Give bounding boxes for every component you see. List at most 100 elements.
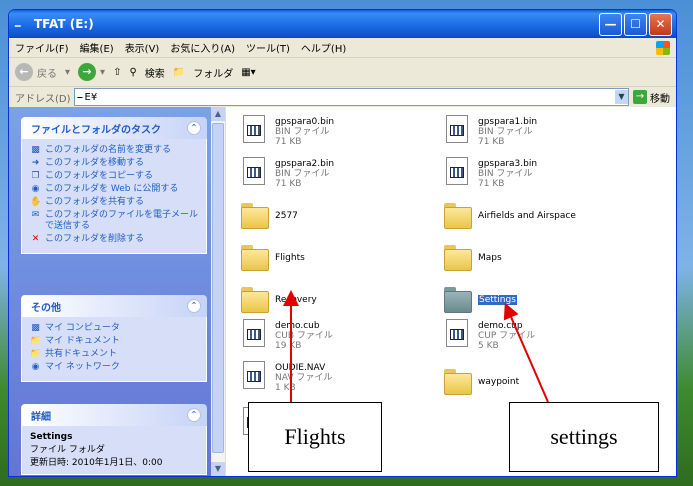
menu-tools[interactable]: ツール(T) [246, 40, 290, 55]
task-move[interactable]: ➜ このフォルダを移動する [30, 158, 200, 169]
forward-arrow-icon[interactable]: → [78, 63, 97, 81]
vertical-scrollbar[interactable]: ▲ ▼ [211, 107, 226, 476]
maximize-button[interactable]: ☐ [624, 12, 647, 36]
place-label: マイ ネットワーク [45, 362, 120, 372]
task-publish-web[interactable]: ◉ このフォルダを Web に公開する [30, 184, 200, 195]
detail-name: Settings [30, 432, 73, 442]
panel-header[interactable]: 詳細 ⌃ [21, 404, 207, 426]
task-label: このフォルダをコピーする [45, 171, 154, 181]
address-label: アドレス(D) [15, 93, 71, 105]
callout-flights: Flights [248, 402, 382, 472]
menu-edit[interactable]: 編集(E) [80, 40, 114, 55]
go-button[interactable]: → 移動 [633, 90, 670, 105]
file-item[interactable]: gpspara2.bin BIN ファイル 71 KB [241, 157, 334, 191]
folder-icon [241, 245, 269, 271]
file-type: CUP ファイル [478, 331, 536, 341]
task-delete[interactable]: ✕ このフォルダを削除する [30, 234, 200, 245]
file-item[interactable]: gpspara0.bin BIN ファイル 71 KB [241, 115, 334, 149]
place-my-network[interactable]: ◉ マイ ネットワーク [30, 362, 200, 373]
folder-name: Flights [275, 253, 305, 263]
toolbar: ← 戻る ▾ → ▾ ⇧ ⚲ 検索 📁 フォルダ ▦▾ [9, 58, 676, 87]
file-item[interactable]: OUDIE.NAV NAV ファイル 1 KB [241, 361, 332, 395]
back-arrow-icon[interactable]: ← [15, 63, 33, 81]
menu-view[interactable]: 表示(V) [125, 40, 160, 55]
collapse-chevron-icon[interactable]: ⌃ [187, 121, 201, 135]
task-label: このフォルダを共有する [45, 197, 145, 207]
menu-favorites[interactable]: お気に入り(A) [170, 40, 235, 55]
panel-title: 詳細 [31, 411, 51, 423]
nav-file-icon [241, 361, 269, 395]
other-places-panel: その他 ⌃ ▩ マイ コンピュータ 📁 マイ ドキュメント 📁 共有ドキュメント ◉ マ… [21, 295, 207, 382]
folder-item[interactable]: Maps [444, 245, 502, 271]
up-folder-icon[interactable]: ⇧ [113, 67, 121, 78]
scroll-down-icon[interactable]: ▼ [211, 462, 225, 476]
task-label: このフォルダを移動する [45, 158, 145, 168]
drive-small-icon: ⎯ [77, 91, 83, 103]
panel-header[interactable]: ファイルとフォルダのタスク ⌃ [21, 117, 207, 139]
task-rename[interactable]: ▩ このフォルダの名前を変更する [30, 145, 200, 156]
file-size: 71 KB [478, 137, 505, 147]
file-item[interactable]: demo.cup CUP ファイル 5 KB [444, 319, 535, 353]
go-label: 移動 [650, 93, 670, 105]
forward-dropdown-icon[interactable]: ▾ [100, 67, 105, 78]
folder-name: Airfields and Airspace [478, 211, 576, 221]
address-input[interactable]: ⎯ E¥ ▼ [73, 88, 629, 106]
scroll-thumb[interactable] [212, 123, 224, 453]
title-bar[interactable]: ⎯ TFAT (E:) — ☐ ✕ [9, 10, 676, 38]
task-email[interactable]: ✉ このフォルダのファイルを電子メールで送信する [30, 210, 200, 232]
file-size: 71 KB [478, 179, 505, 189]
folder-item-flights[interactable]: Flights [241, 245, 305, 271]
rename-icon: ▩ [31, 145, 40, 155]
folder-icon [444, 287, 472, 313]
file-item[interactable]: gpspara3.bin BIN ファイル 71 KB [444, 157, 537, 191]
back-dropdown-icon[interactable]: ▾ [65, 67, 70, 78]
folder-item[interactable]: waypoint [444, 369, 519, 395]
folder-icon [241, 287, 269, 313]
folder-item-settings-selected[interactable]: Settings [444, 287, 517, 313]
collapse-chevron-icon[interactable]: ⌃ [187, 299, 201, 313]
file-name: gpspara1.bin [478, 117, 538, 127]
menu-file[interactable]: ファイル(F) [15, 40, 69, 55]
folders-button[interactable]: フォルダ [193, 65, 233, 80]
computer-icon: ▩ [31, 323, 40, 333]
folder-item[interactable]: Airfields and Airspace [444, 203, 576, 229]
views-icon[interactable]: ▦▾ [241, 67, 255, 78]
bin-file-icon [444, 115, 472, 149]
folder-item[interactable]: 2577 [241, 203, 298, 229]
close-button[interactable]: ✕ [649, 12, 672, 36]
file-type: BIN ファイル [478, 169, 533, 179]
file-item[interactable]: gpspara1.bin BIN ファイル 71 KB [444, 115, 537, 149]
search-button[interactable]: 検索 [145, 65, 165, 80]
search-icon[interactable]: ⚲ [129, 67, 136, 78]
callout-text: Flights [284, 424, 346, 449]
place-my-computer[interactable]: ▩ マイ コンピュータ [30, 323, 200, 334]
file-type: BIN ファイル [478, 127, 533, 137]
windows-logo-icon [656, 40, 670, 55]
folder-icon [444, 369, 472, 395]
chevron-down-icon[interactable]: ▼ [615, 90, 628, 104]
folder-name: Settings [478, 295, 517, 305]
file-name: gpspara2.bin [275, 159, 335, 169]
folder-name: waypoint [478, 377, 520, 387]
file-item[interactable]: demo.cub CUB ファイル 19 KB [241, 319, 333, 353]
folders-icon[interactable]: 📁 [173, 67, 185, 78]
task-label: このフォルダの名前を変更する [45, 145, 172, 155]
panel-header[interactable]: その他 ⌃ [21, 295, 207, 317]
detail-type: ファイル フォルダ [30, 445, 105, 455]
scroll-up-icon[interactable]: ▲ [211, 107, 225, 121]
panel-title: その他 [31, 302, 61, 314]
collapse-chevron-icon[interactable]: ⌃ [187, 408, 201, 422]
task-copy[interactable]: ❐ このフォルダをコピーする [30, 171, 200, 182]
back-button-label[interactable]: 戻る [37, 65, 57, 80]
place-my-documents[interactable]: 📁 マイ ドキュメント [30, 336, 200, 347]
file-name: demo.cub [275, 321, 320, 331]
folder-item[interactable]: Recovery [241, 287, 317, 313]
task-share[interactable]: ✋ このフォルダを共有する [30, 197, 200, 208]
task-label: このフォルダのファイルを電子メールで送信する [45, 210, 199, 231]
minimize-button[interactable]: — [599, 12, 622, 36]
place-shared-documents[interactable]: 📁 共有ドキュメント [30, 349, 200, 360]
file-name: OUDIE.NAV [275, 363, 326, 373]
delete-icon: ✕ [31, 234, 40, 244]
file-size: 5 KB [478, 341, 499, 351]
menu-help[interactable]: ヘルプ(H) [301, 40, 346, 55]
